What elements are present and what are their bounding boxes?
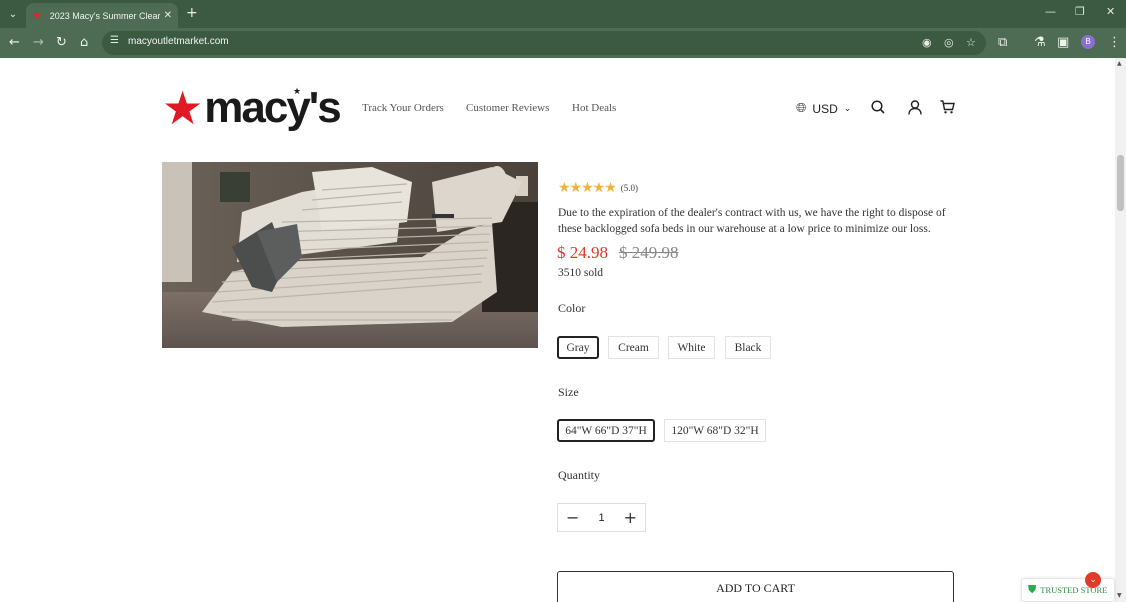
logo-text: macy's xyxy=(204,83,341,132)
cart-icon[interactable] xyxy=(940,100,955,118)
size-label: Size xyxy=(558,385,579,399)
browser-menu-icon[interactable]: ⋮ xyxy=(1108,35,1121,51)
reload-icon[interactable]: ↻ xyxy=(56,35,67,51)
scroll-thumb[interactable] xyxy=(1117,155,1124,211)
product-rating: ★★★★★ (5.0) xyxy=(558,180,638,196)
product-description: Due to the expiration of the dealer's co… xyxy=(558,207,946,235)
nav-hot-deals[interactable]: Hot Deals xyxy=(572,102,616,114)
rating-value: (5.0) xyxy=(620,183,639,193)
chevron-down-icon: ⌄ xyxy=(843,103,852,114)
rating-stars-icon: ★★★★★ xyxy=(558,180,617,196)
scroll-down-icon[interactable]: ▼ xyxy=(1117,592,1122,599)
macys-favicon-icon: ★ xyxy=(32,9,42,22)
site-info-icon[interactable]: ☰ xyxy=(110,35,119,46)
original-price: $ 249.98 xyxy=(619,243,679,262)
product-image[interactable] xyxy=(162,162,538,348)
plus-icon[interactable]: + xyxy=(624,509,637,526)
scroll-up-icon[interactable]: ▲ xyxy=(1117,60,1122,67)
tab-search-icon[interactable]: ⌄ xyxy=(4,5,22,23)
forward-icon[interactable]: → xyxy=(33,35,44,51)
size-option-64w[interactable]: 64"W 66"D 37"H xyxy=(557,419,655,442)
badge-collapse-icon[interactable]: ⌄ xyxy=(1085,572,1101,588)
sold-count: 3510 sold xyxy=(558,267,604,279)
profile-avatar[interactable]: B xyxy=(1081,35,1095,49)
minimize-icon[interactable]: — xyxy=(1045,5,1056,18)
minus-icon[interactable]: − xyxy=(566,509,579,526)
quantity-value[interactable]: 1 xyxy=(598,512,604,524)
globe-icon: 🌐︎ xyxy=(796,101,807,116)
nav-customer-reviews[interactable]: Customer Reviews xyxy=(466,102,549,114)
browser-tab[interactable]: ★ 2023 Macy's Summer Clearance ✕ xyxy=(26,3,178,28)
side-panel-icon[interactable]: ▣ xyxy=(1057,35,1069,51)
account-icon[interactable] xyxy=(908,100,922,119)
page-scrollbar[interactable]: ▲ ▼ xyxy=(1115,58,1126,602)
logo-star-icon: ★ xyxy=(162,81,204,135)
new-tab-icon[interactable]: + xyxy=(186,5,198,21)
home-icon[interactable]: ⌂ xyxy=(80,35,88,51)
nav-track-orders[interactable]: Track Your Orders xyxy=(362,102,444,114)
google-lens-icon[interactable]: ◉ xyxy=(922,36,932,49)
shield-check-icon: ⛊ xyxy=(1028,583,1037,596)
labs-icon[interactable]: ⚗ xyxy=(1034,35,1046,51)
add-to-cart-button[interactable]: ADD TO CART xyxy=(557,571,954,602)
tab-title: 2023 Macy's Summer Clearance xyxy=(49,10,160,21)
browser-toolbar: ← → ↻ ⌂ ☰ macyoutletmarket.com ◉ ◎ ☆ ⧉ ⚗… xyxy=(0,28,1126,58)
trusted-store-badge[interactable]: ⛊ TRUSTED STORE xyxy=(1021,578,1115,602)
extensions-icon[interactable]: ⧉ xyxy=(998,35,1007,51)
back-icon[interactable]: ← xyxy=(9,35,20,51)
sale-price: $ 24.98 xyxy=(557,243,608,262)
tab-close-icon[interactable]: ✕ xyxy=(164,10,172,21)
color-option-black[interactable]: Black xyxy=(725,336,771,359)
browser-tab-strip: ⌄ ★ 2023 Macy's Summer Clearance ✕ + — ❐… xyxy=(0,0,1126,28)
macys-logo[interactable]: ★ macy's ★ xyxy=(162,81,342,135)
quantity-label: Quantity xyxy=(558,468,600,482)
color-option-white[interactable]: White xyxy=(668,336,715,359)
size-option-120w[interactable]: 120"W 68"D 32"H xyxy=(664,419,766,442)
color-option-cream[interactable]: Cream xyxy=(608,336,659,359)
url-text[interactable]: macyoutletmarket.com xyxy=(128,36,229,47)
search-icon[interactable] xyxy=(871,100,885,118)
bookmark-star-icon[interactable]: ☆ xyxy=(966,36,976,49)
currency-selector[interactable]: 🌐︎ USD ⌄ xyxy=(796,101,851,116)
address-bar[interactable]: ☰ macyoutletmarket.com ◉ ◎ ☆ xyxy=(102,31,986,55)
logo-small-star: ★ xyxy=(293,87,302,97)
tracking-eye-icon[interactable]: ◎ xyxy=(944,36,954,49)
currency-label: USD xyxy=(812,101,838,116)
quantity-stepper: − 1 + xyxy=(557,503,646,532)
color-label: Color xyxy=(558,301,586,315)
color-option-gray[interactable]: Gray xyxy=(557,336,599,359)
restore-icon[interactable]: ❐ xyxy=(1075,5,1085,18)
close-window-icon[interactable]: ✕ xyxy=(1106,5,1115,18)
